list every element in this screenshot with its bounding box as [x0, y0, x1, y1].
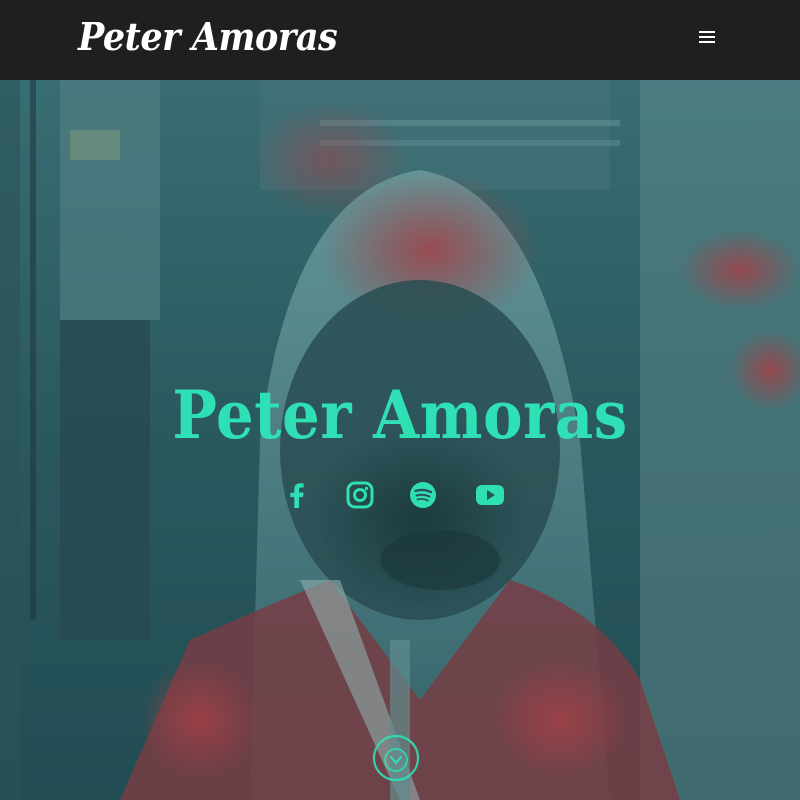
hero-title: Peter Amoras — [172, 376, 628, 454]
chevron-down-circle-icon[interactable] — [366, 728, 426, 788]
spotify-icon[interactable] — [406, 478, 440, 512]
youtube-icon[interactable] — [473, 478, 507, 512]
hero-section: Peter Amoras — [0, 80, 800, 800]
site-header: Peter Amoras — [0, 0, 800, 80]
site-logo[interactable]: Peter Amoras — [78, 14, 338, 59]
instagram-icon[interactable] — [343, 478, 377, 512]
hamburger-menu-icon[interactable] — [696, 27, 720, 47]
social-links — [0, 478, 800, 518]
facebook-icon[interactable] — [280, 478, 314, 512]
